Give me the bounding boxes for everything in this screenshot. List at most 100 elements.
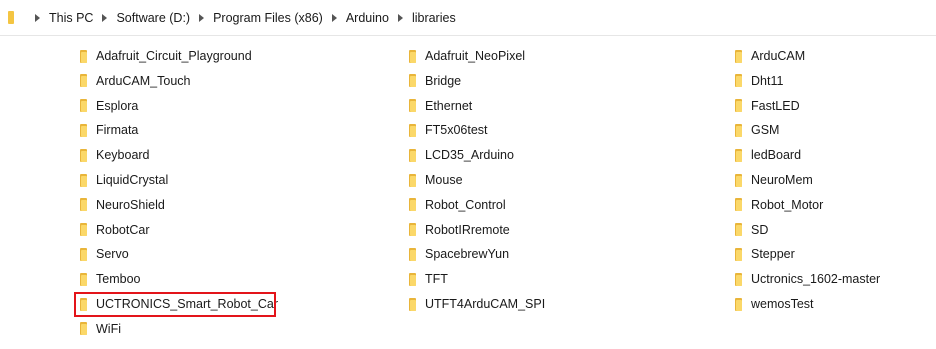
folder-icon xyxy=(735,49,742,63)
folder-item[interactable]: Keyboard xyxy=(80,145,150,165)
folder-item[interactable]: wemosTest xyxy=(735,294,814,314)
folder-item[interactable]: Stepper xyxy=(735,244,795,264)
folder-icon xyxy=(80,247,87,261)
breadcrumb-item-software-d[interactable]: Software (D:) xyxy=(116,11,190,25)
folder-icon xyxy=(409,99,416,113)
folder-icon xyxy=(80,198,87,212)
folder-item[interactable]: LiquidCrystal xyxy=(80,170,168,190)
folder-icon xyxy=(735,74,742,88)
folder-label: Dht11 xyxy=(751,73,784,88)
breadcrumb[interactable]: This PC Software (D:) Program Files (x86… xyxy=(0,0,936,36)
folder-item[interactable]: Mouse xyxy=(409,170,463,190)
folder-item[interactable]: SpacebrewYun xyxy=(409,244,509,264)
folder-item[interactable]: FastLED xyxy=(735,96,800,116)
folder-item[interactable]: TFT xyxy=(409,269,448,289)
folder-icon xyxy=(409,173,416,187)
chevron-right-icon[interactable] xyxy=(199,13,205,22)
folder-item[interactable]: Adafruit_Circuit_Playground xyxy=(80,46,252,66)
folder-label: Keyboard xyxy=(96,148,150,163)
folder-icon xyxy=(409,198,416,212)
folder-list: Adafruit_Circuit_Playground ArduCAM_Touch… xyxy=(0,36,936,349)
folder-item[interactable]: Bridge xyxy=(409,71,461,91)
folder-item[interactable]: Firmata xyxy=(80,120,138,140)
folder-label: Esplora xyxy=(96,98,139,113)
folder-label: Servo xyxy=(96,247,129,262)
folder-label: GSM xyxy=(751,123,780,138)
folder-icon xyxy=(80,272,87,286)
folder-icon xyxy=(80,49,87,63)
folder-item[interactable]: Uctronics_1602-master xyxy=(735,269,880,289)
breadcrumb-item-libraries[interactable]: libraries xyxy=(412,11,456,25)
folder-label: SpacebrewYun xyxy=(425,247,510,262)
chevron-right-icon[interactable] xyxy=(331,13,337,22)
breadcrumb-item-this-pc[interactable]: This PC xyxy=(49,11,93,25)
folder-icon xyxy=(735,99,742,113)
folder-item[interactable]: Temboo xyxy=(80,269,140,289)
folder-icon xyxy=(735,198,742,212)
folder-item[interactable]: RobotIRremote xyxy=(409,220,510,240)
folder-item[interactable]: ArduCAM xyxy=(735,46,805,66)
chevron-right-icon[interactable] xyxy=(397,13,403,22)
folder-icon xyxy=(80,223,87,237)
folder-label: Adafruit_Circuit_Playground xyxy=(96,49,252,63)
folder-item[interactable]: Adafruit_NeoPixel xyxy=(409,46,525,66)
folder-item[interactable]: ArduCAM_Touch xyxy=(80,71,191,91)
folder-item[interactable]: Esplora xyxy=(80,96,138,116)
folder-label: ArduCAM xyxy=(751,49,806,63)
breadcrumb-item-program-files-x86[interactable]: Program Files (x86) xyxy=(213,11,323,25)
folder-item[interactable]: Dht11 xyxy=(735,71,783,91)
folder-icon xyxy=(735,272,742,286)
folder-item[interactable]: ledBoard xyxy=(735,145,801,165)
chevron-right-icon[interactable] xyxy=(35,13,40,22)
breadcrumb-item-arduino[interactable]: Arduino xyxy=(346,11,389,25)
folder-item[interactable]: Robot_Motor xyxy=(735,195,823,215)
folder-label: SD xyxy=(751,222,769,237)
folder-label: Adafruit_NeoPixel xyxy=(425,49,526,63)
folder-label: LiquidCrystal xyxy=(96,173,169,187)
folder-item[interactable]: Servo xyxy=(80,244,129,264)
folder-icon xyxy=(409,123,416,137)
folder-label: Mouse xyxy=(425,173,463,187)
folder-label: RobotCar xyxy=(96,222,150,237)
folder-icon xyxy=(735,297,742,311)
folder-item[interactable]: UCTRONICS_Smart_Robot_Car xyxy=(80,294,278,314)
folder-label: wemosTest xyxy=(751,297,814,311)
folder-item[interactable]: NeuroMem xyxy=(735,170,813,190)
folder-icon xyxy=(80,173,87,187)
folder-icon xyxy=(80,322,87,336)
folder-label: NeuroMem xyxy=(751,173,813,187)
folder-label: Robot_Control xyxy=(425,197,506,212)
folder-icon xyxy=(409,49,416,63)
folder-item[interactable]: LCD35_Arduino xyxy=(409,145,514,165)
folder-label: Robot_Motor xyxy=(751,197,824,212)
folder-item[interactable]: GSM xyxy=(735,120,779,140)
folder-icon xyxy=(409,223,416,237)
folder-item[interactable]: WiFi xyxy=(80,319,121,339)
folder-icon xyxy=(409,148,416,162)
folder-item[interactable]: Robot_Control xyxy=(409,195,506,215)
folder-icon xyxy=(735,173,742,187)
folder-label: Firmata xyxy=(96,123,139,138)
folder-icon xyxy=(80,297,87,311)
folder-item[interactable]: NeuroShield xyxy=(80,195,165,215)
folder-icon xyxy=(409,74,416,88)
file-explorer-window: This PC Software (D:) Program Files (x86… xyxy=(0,0,936,349)
folder-icon xyxy=(735,148,742,162)
folder-icon xyxy=(735,123,742,137)
folder-icon xyxy=(409,247,416,261)
folder-item[interactable]: Ethernet xyxy=(409,96,472,116)
folder-label: Ethernet xyxy=(425,98,473,113)
folder-item[interactable]: RobotCar xyxy=(80,220,150,240)
chevron-right-icon[interactable] xyxy=(102,13,108,22)
folder-icon xyxy=(409,297,416,311)
folder-label: NeuroShield xyxy=(96,197,165,212)
folder-icon xyxy=(8,11,14,24)
folder-icon xyxy=(80,99,87,113)
folder-label: ledBoard xyxy=(751,148,802,163)
folder-icon xyxy=(80,74,87,88)
folder-icon xyxy=(735,223,742,237)
folder-label: Bridge xyxy=(425,73,462,88)
folder-item[interactable]: UTFT4ArduCAM_SPI xyxy=(409,294,545,314)
folder-item[interactable]: FT5x06test xyxy=(409,120,488,140)
folder-item[interactable]: SD xyxy=(735,220,768,240)
